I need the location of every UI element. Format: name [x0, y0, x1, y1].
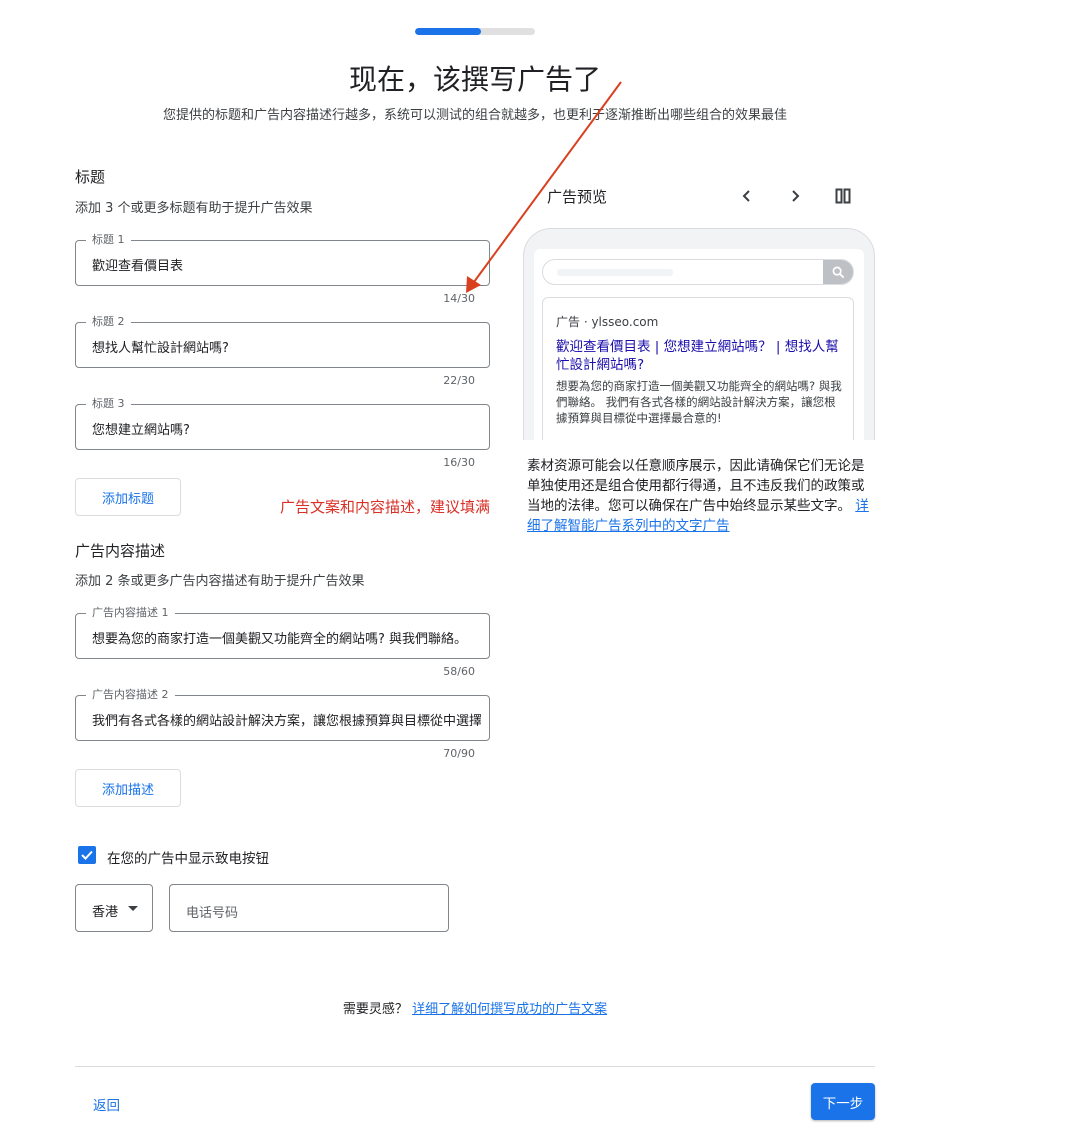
- ad-card: 广告 · ylsseo.com 歡迎查看價目表 | 您想建立網站嗎？ | 想找人…: [542, 297, 854, 440]
- headline-3-counter: 16/30: [443, 456, 475, 469]
- call-button-checkbox[interactable]: [78, 846, 96, 864]
- description-1-value[interactable]: 想要為您的商家打造一個美觀又功能齊全的網站嗎? 與我們聯絡。: [92, 628, 481, 647]
- ad-copy-learn-more-link[interactable]: 详细了解如何撰写成功的广告文案: [412, 1002, 607, 1017]
- annotation-arrow: [466, 81, 622, 293]
- headlines-section-title: 标题: [75, 168, 106, 186]
- footer-divider: [75, 1066, 875, 1067]
- preview-note-text: 素材资源可能会以任意顺序展示，因此请确保它们无论是单独使用还是组合使用都行得通，…: [527, 458, 865, 514]
- inspiration-text: 需要灵感？: [342, 1002, 408, 1017]
- headline-2-label: 标题 2: [86, 314, 131, 330]
- description-1-counter: 58/60: [443, 665, 475, 678]
- back-link[interactable]: 返回: [93, 1094, 120, 1114]
- page-title: 现在，该撰写广告了: [348, 63, 601, 96]
- headlines-hint: 添加 3 个或更多标题有助于提升广告效果: [75, 201, 313, 216]
- progress-bar-fill: [415, 28, 481, 35]
- description-2-value[interactable]: 我們有各式各樣的網站設計解決方案，讓您根據預算與目標從中選擇最合意的!: [92, 710, 481, 729]
- ad-meta: 广告 · ylsseo.com: [556, 315, 659, 329]
- headline-1-counter: 14/30: [443, 292, 475, 305]
- phone-number-input[interactable]: 电话号码: [169, 884, 449, 932]
- headline-3-field[interactable]: 标题 3 您想建立網站嗎?: [75, 396, 490, 450]
- descriptions-hint: 添加 2 条或更多广告内容描述有助于提升广告效果: [75, 574, 365, 589]
- headline-2-field[interactable]: 标题 2 想找人幫忙設計網站嗎?: [75, 314, 490, 368]
- country-select[interactable]: 香港: [75, 884, 153, 932]
- add-headline-button[interactable]: 添加标题: [75, 478, 181, 516]
- headline-1-field[interactable]: 标题 1 歡迎查看價目表: [75, 232, 490, 286]
- headline-3-value[interactable]: 您想建立網站嗎?: [92, 419, 481, 438]
- headline-1-value[interactable]: 歡迎查看價目表: [92, 255, 481, 274]
- description-1-label: 广告内容描述 1: [86, 605, 175, 621]
- headline-3-label: 标题 3: [86, 396, 131, 412]
- chevron-right-icon[interactable]: [785, 186, 805, 206]
- search-icon: [823, 260, 853, 284]
- description-2-counter: 70/90: [443, 747, 475, 760]
- call-button-label: 在您的广告中显示致电按钮: [107, 851, 269, 867]
- chevron-left-icon[interactable]: [737, 186, 757, 206]
- phone-search-bar: [542, 259, 854, 285]
- ad-description: 想要為您的商家打造一個美觀又功能齊全的網站嗎? 與我們聯絡。 我們有各式各樣的網…: [556, 379, 842, 425]
- dropdown-caret-icon: [128, 906, 138, 911]
- split-view-icon[interactable]: [833, 186, 853, 206]
- next-button[interactable]: 下一步: [811, 1083, 875, 1120]
- country-select-value: 香港: [92, 905, 119, 920]
- checkmark-icon: [81, 850, 93, 860]
- headline-2-counter: 22/30: [443, 374, 475, 387]
- phone-number-placeholder: 电话号码: [186, 906, 239, 921]
- descriptions-section-title: 广告内容描述: [75, 542, 166, 560]
- annotation-text: 广告文案和内容描述，建议填满: [280, 498, 491, 516]
- page-subtitle: 您提供的标题和广告内容描述行越多，系统可以测试的组合就越多，也更利于逐渐推断出哪…: [162, 108, 787, 123]
- ad-headline[interactable]: 歡迎查看價目表 | 您想建立網站嗎？ | 想找人幫忙設計網站嗎?: [556, 338, 846, 374]
- add-description-button[interactable]: 添加描述: [75, 769, 181, 807]
- description-2-field[interactable]: 广告内容描述 2 我們有各式各樣的網站設計解決方案，讓您根據預算與目標從中選擇最…: [75, 687, 490, 741]
- phone-screen: 广告 · ylsseo.com 歡迎查看價目表 | 您想建立網站嗎？ | 想找人…: [534, 249, 864, 440]
- phone-preview: 广告 · ylsseo.com 歡迎查看價目表 | 您想建立網站嗎？ | 想找人…: [523, 228, 875, 440]
- description-2-label: 广告内容描述 2: [86, 687, 175, 703]
- progress-bar: [415, 28, 535, 35]
- headline-2-value[interactable]: 想找人幫忙設計網站嗎?: [92, 337, 481, 356]
- description-1-field[interactable]: 广告内容描述 1 想要為您的商家打造一個美觀又功能齊全的網站嗎? 與我們聯絡。: [75, 605, 490, 659]
- preview-title: 广告预览: [547, 188, 608, 206]
- inspiration-row: 需要灵感？ 详细了解如何撰写成功的广告文案: [0, 998, 950, 1017]
- headline-1-label: 标题 1: [86, 232, 131, 248]
- search-placeholder-bar: [557, 269, 673, 276]
- preview-note: 素材资源可能会以任意顺序展示，因此请确保它们无论是单独使用还是组合使用都行得通，…: [527, 456, 875, 536]
